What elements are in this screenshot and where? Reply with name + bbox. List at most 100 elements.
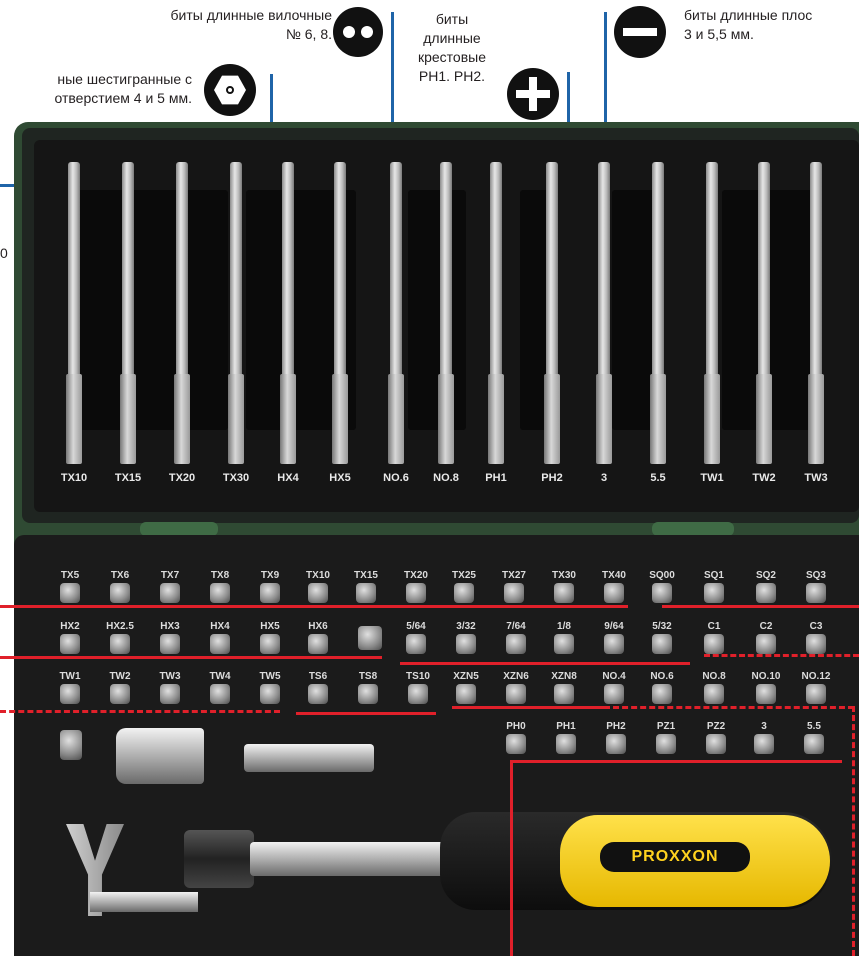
long-bit-label: PH1: [485, 472, 507, 484]
bit-label: XZN5: [453, 671, 479, 682]
bit-label: TW1: [59, 671, 81, 682]
short-bit: [556, 734, 576, 754]
long-bit-label: PH2: [541, 472, 563, 484]
bit-label: TS8: [358, 671, 378, 682]
bit-label: PZ2: [706, 721, 726, 732]
bit-label: HX2: [60, 621, 80, 632]
long-bit-label: HX4: [277, 472, 299, 484]
bit-label: TS6: [308, 671, 328, 682]
bit-label: HX3: [160, 621, 180, 632]
long-bit: [438, 162, 454, 464]
short-bit: [110, 583, 130, 603]
long-bit-label: TX30: [222, 472, 250, 484]
hex-socket-icon: [204, 64, 256, 116]
long-bit: [120, 162, 136, 464]
bit-label: TX9: [260, 570, 280, 581]
short-bit: [210, 634, 230, 654]
short-bit: [704, 634, 724, 654]
case-hinge: [140, 522, 218, 536]
bit-label: SQ2: [755, 570, 776, 581]
bit-label: HX6: [308, 621, 328, 632]
short-bit: [506, 634, 526, 654]
short-bit: [308, 634, 328, 654]
short-bit: [604, 684, 624, 704]
long-bit-label: TX15: [114, 472, 142, 484]
short-bit: [652, 684, 672, 704]
long-bit-label: TW2: [752, 472, 776, 484]
long-bit: [388, 162, 404, 464]
short-bit: [806, 684, 826, 704]
pointer-line-red-dashed: [704, 654, 859, 657]
long-bit: [704, 162, 720, 464]
long-bit: [332, 162, 348, 464]
short-bit: [454, 583, 474, 603]
bit-label: 5/32: [652, 621, 672, 632]
short-bit: [60, 583, 80, 603]
bit-label: TX10: [306, 570, 330, 581]
short-bit: [308, 583, 328, 603]
pointer-line-red: [296, 712, 436, 715]
bit-label: TS10: [406, 671, 430, 682]
pointer-line-red-dashed: [0, 710, 280, 713]
short-bit: [554, 583, 574, 603]
short-bit: [706, 734, 726, 754]
long-bit-label: 5.5: [650, 472, 666, 484]
flat-slot-icon: [614, 6, 666, 58]
pointer-line-red: [452, 706, 604, 709]
bit-label: HX2.5: [106, 621, 134, 632]
phillips-cross-icon: [507, 68, 559, 120]
short-bit: [406, 583, 426, 603]
short-bit: [604, 634, 624, 654]
short-bit: [756, 634, 776, 654]
short-bit: [110, 684, 130, 704]
short-bit: [60, 634, 80, 654]
socket-adapter: [116, 728, 204, 784]
pointer-line-red: [510, 760, 842, 763]
short-bit: [260, 684, 280, 704]
short-bit: [504, 583, 524, 603]
foam-slot: [408, 190, 466, 430]
pointer-line-red: [0, 605, 628, 608]
bit-label: TX6: [110, 570, 130, 581]
short-bit: [656, 734, 676, 754]
long-bit-label: TW3: [804, 472, 828, 484]
long-bit: [280, 162, 296, 464]
long-bit: [544, 162, 560, 464]
fork-bit-icon: [333, 7, 383, 57]
foam-slot: [722, 190, 822, 430]
bit-label: PZ1: [656, 721, 676, 732]
bit-label: 7/64: [506, 621, 526, 632]
bit-label: PH2: [606, 721, 626, 732]
long-bit-label: TX10: [60, 472, 88, 484]
short-bit: [110, 634, 130, 654]
spare-bit: [60, 730, 82, 760]
short-bit: [806, 634, 826, 654]
short-bit: [260, 634, 280, 654]
bit-label: TW3: [159, 671, 181, 682]
short-bit: [506, 734, 526, 754]
bit-label: 9/64: [604, 621, 624, 632]
short-bit: [506, 684, 526, 704]
bit-label: 3: [761, 721, 767, 732]
bit-label: 5.5: [807, 721, 821, 732]
short-bit: [754, 734, 774, 754]
long-bit: [228, 162, 244, 464]
long-bit-label: TW1: [700, 472, 724, 484]
bit-label: NO.10: [751, 671, 781, 682]
bit-label: TX5: [60, 570, 80, 581]
short-bit: [358, 684, 378, 704]
short-bit: [408, 684, 428, 704]
long-bit: [488, 162, 504, 464]
bit-label: NO.4: [602, 671, 626, 682]
short-bit: [652, 583, 672, 603]
short-bit: [804, 734, 824, 754]
bit-label: TX40: [602, 570, 626, 581]
bit-adapter-nut: [358, 626, 382, 650]
bit-label: TW5: [259, 671, 281, 682]
short-bit: [160, 684, 180, 704]
bit-label: TW4: [209, 671, 231, 682]
caption-hex-bits: ные шестигранные с отверстием 4 и 5 мм.: [54, 71, 192, 106]
short-bit: [308, 684, 328, 704]
brand-logo: PROXXON: [600, 842, 750, 872]
long-bit: [808, 162, 824, 464]
